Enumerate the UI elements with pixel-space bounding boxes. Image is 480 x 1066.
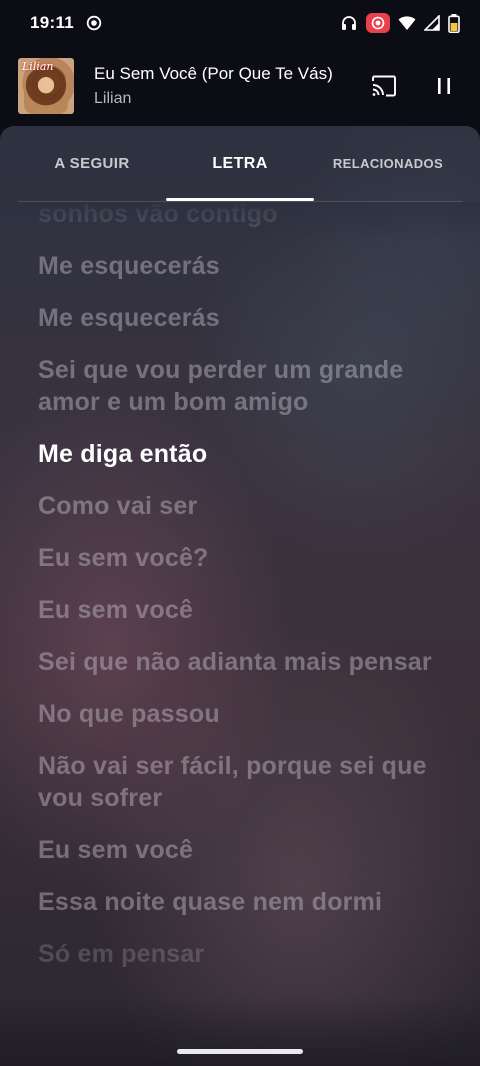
battery-icon [448,13,460,33]
lyric-line[interactable]: Sei que não adianta mais pensar [38,646,450,678]
lyric-line[interactable]: sonhos vão contigo [38,202,450,230]
album-art[interactable]: Lilian [18,58,74,114]
status-time: 19:11 [30,13,75,32]
status-left: 19:11 [30,13,102,33]
lyric-line[interactable]: Não vai ser fácil, porque sei que vou so… [38,750,450,814]
signal-icon [424,15,440,31]
tab-lyrics[interactable]: LETRA [166,126,314,201]
album-art-figure [24,66,68,114]
tab-related[interactable]: RELACIONADOS [314,126,462,201]
screen-record-icon [366,13,390,33]
lyric-line[interactable]: Essa noite quase nem dormi [38,886,450,918]
track-title: Eu Sem Você (Por Que Te Vás) [94,64,333,83]
track-info[interactable]: Eu Sem Você (Por Que Te Vás) Lilian [94,64,368,108]
record-icon [86,15,102,31]
lyric-line[interactable]: Me esquecerás [38,250,450,282]
screen: 19:11 Lilian Eu Sem Você (Por Que Te Vás… [0,0,480,1066]
album-art-text: Lilian [22,60,54,73]
cast-icon[interactable] [368,70,400,102]
lyric-line[interactable]: Eu sem você [38,594,450,626]
tab-label: RELACIONADOS [332,156,444,171]
tab-label: LETRA [212,154,268,172]
lyrics-panel: A SEGUIR LETRA RELACIONADOS sonhos vão c… [0,126,480,1066]
lyric-line[interactable]: Me esquecerás [38,302,450,334]
lyrics-scroll[interactable]: sonhos vão contigo Me esquecerás Me esqu… [0,202,480,1066]
pause-icon[interactable] [428,70,460,102]
tab-label: A SEGUIR [54,155,130,172]
lyric-line[interactable]: Eu sem você? [38,542,450,574]
home-indicator[interactable] [177,1049,303,1054]
tab-bar: A SEGUIR LETRA RELACIONADOS [0,126,480,201]
lyrics-list: sonhos vão contigo Me esquecerás Me esqu… [38,202,450,990]
status-bar: 19:11 [0,0,480,46]
tab-up-next[interactable]: A SEGUIR [18,126,166,201]
lyric-line[interactable]: Como vai ser [38,490,450,522]
lyric-line[interactable]: Só em pensar [38,938,450,970]
lyric-line[interactable]: Eu sem você [38,834,450,866]
track-artist: Lilian [94,90,132,107]
lyric-line[interactable]: No que passou [38,698,450,730]
headphones-icon [340,14,358,32]
lyric-line-current[interactable]: Me diga então [38,438,450,470]
player-controls [368,70,460,102]
status-right [340,13,460,33]
wifi-icon [398,15,416,31]
mini-player[interactable]: Lilian Eu Sem Você (Por Que Te Vás) Lili… [0,46,480,126]
lyric-line[interactable]: Sei que vou perder um grande amor e um b… [38,354,450,418]
